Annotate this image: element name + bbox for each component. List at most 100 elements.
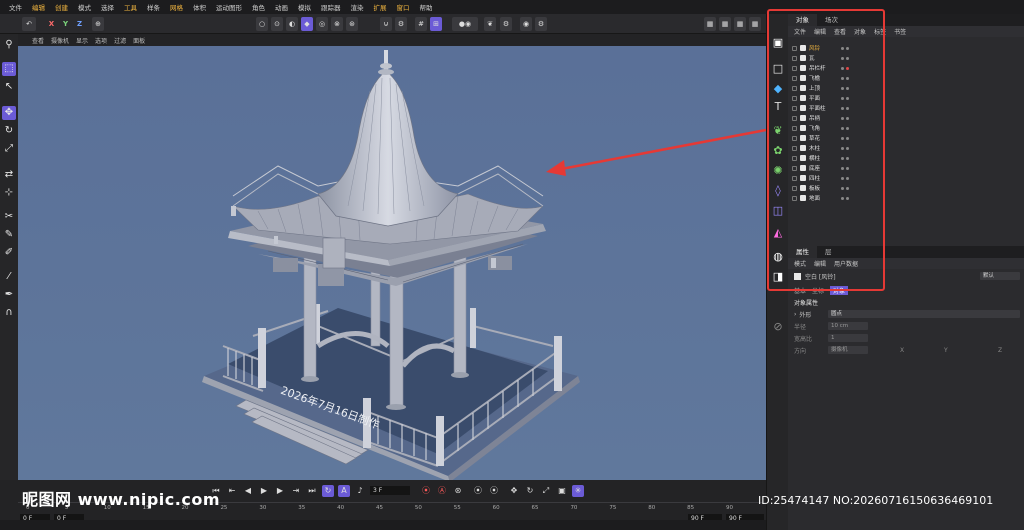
generator-icon[interactable]: ◭: [771, 226, 785, 240]
viewport-menu-item[interactable]: 摄像机: [51, 36, 69, 45]
visibility-toggle[interactable]: [792, 55, 797, 61]
render-icon[interactable]: ▦: [704, 17, 716, 31]
settings-icon[interactable]: ⚙: [500, 17, 512, 31]
object-row[interactable]: 瓦: [792, 54, 1020, 62]
menu-item[interactable]: 模式: [73, 2, 96, 12]
loop-icon[interactable]: ↻: [322, 485, 334, 497]
visibility-toggle[interactable]: [792, 145, 797, 151]
next-key-icon[interactable]: ⇥: [290, 485, 302, 497]
editor-visibility-dot[interactable]: [841, 186, 844, 190]
object-menu-item[interactable]: 标签: [874, 27, 886, 36]
subtab-coord[interactable]: 坐标: [812, 286, 824, 295]
menu-item[interactable]: 文件: [4, 2, 27, 12]
pen-icon[interactable]: ✒: [2, 288, 16, 302]
object-row[interactable]: 飞角: [792, 124, 1020, 132]
next-frame-icon[interactable]: ▶: [274, 485, 286, 497]
uv-mode-icon[interactable]: ◎: [316, 17, 328, 31]
visibility-toggle[interactable]: [792, 75, 797, 81]
radius-field[interactable]: 10 cm: [828, 322, 868, 330]
editor-visibility-dot[interactable]: [841, 106, 844, 110]
texture-mode-icon[interactable]: ⊗: [331, 17, 343, 31]
coord-system-icon[interactable]: ⊕: [92, 17, 104, 31]
preset-dropdown[interactable]: 默认: [980, 272, 1020, 280]
render-visibility-dot[interactable]: [846, 126, 849, 130]
grid-icon[interactable]: #: [415, 17, 427, 31]
tab-objects[interactable]: 对象: [788, 14, 817, 26]
render-visibility-dot[interactable]: [846, 156, 849, 160]
render-to-viewer-icon[interactable]: ▦: [719, 17, 731, 31]
editor-visibility-dot[interactable]: [841, 66, 844, 70]
go-to-end-icon[interactable]: ⏭: [306, 485, 318, 497]
snap-icon[interactable]: ⊍: [380, 17, 392, 31]
text-icon[interactable]: T: [771, 100, 785, 114]
orient-dropdown[interactable]: 摄像机: [828, 346, 868, 354]
visibility-toggle[interactable]: [792, 175, 797, 181]
menu-item[interactable]: 模拟: [293, 2, 316, 12]
object-menu-item[interactable]: 查看: [834, 27, 846, 36]
object-row[interactable]: 草花: [792, 134, 1020, 142]
visibility-toggle[interactable]: [792, 155, 797, 161]
spline-icon[interactable]: ❦: [771, 124, 785, 138]
menu-item[interactable]: 创建: [50, 2, 73, 12]
model-mode-icon[interactable]: ○: [256, 17, 268, 31]
object-row[interactable]: 木柱: [792, 144, 1020, 152]
live-select-icon[interactable]: ↖: [2, 80, 16, 94]
object-row[interactable]: 吊柄: [792, 114, 1020, 122]
render-visibility-dot[interactable]: [846, 66, 849, 70]
viewport-menu-item[interactable]: 显示: [76, 36, 88, 45]
object-row[interactable]: 平面: [792, 94, 1020, 102]
key-position-icon[interactable]: ⦿: [472, 485, 484, 497]
menu-item[interactable]: 样条: [142, 2, 165, 12]
viewport-menu-item[interactable]: 选项: [95, 36, 107, 45]
menu-item[interactable]: 渲染: [346, 2, 369, 12]
editor-visibility-dot[interactable]: [841, 116, 844, 120]
menu-item[interactable]: 角色: [247, 2, 270, 12]
prev-key-icon[interactable]: ⇤: [226, 485, 238, 497]
editor-visibility-dot[interactable]: [841, 46, 844, 50]
cube-icon[interactable]: ◆: [771, 82, 785, 96]
object-row[interactable]: 底座: [792, 164, 1020, 172]
viewport-menu-item[interactable]: 过滤: [114, 36, 126, 45]
undo-icon[interactable]: ↶: [22, 17, 36, 31]
key-scale-icon[interactable]: ✥: [508, 485, 520, 497]
keyframe-selection-icon[interactable]: ⊛: [452, 485, 464, 497]
render-visibility-dot[interactable]: [846, 116, 849, 120]
object-row[interactable]: 板板: [792, 184, 1020, 192]
axis-tool-icon[interactable]: ⊹: [2, 186, 16, 200]
menu-item[interactable]: 体积: [188, 2, 211, 12]
visibility-toggle[interactable]: [792, 65, 797, 71]
key-rotation-icon[interactable]: ⦿: [488, 485, 500, 497]
render-queue-icon[interactable]: ▦: [734, 17, 746, 31]
visibility-toggle[interactable]: [792, 185, 797, 191]
menu-item[interactable]: 动画: [270, 2, 293, 12]
axis-mode-icon[interactable]: ⊛: [346, 17, 358, 31]
attribute-menu-item[interactable]: 用户数据: [834, 259, 858, 268]
attribute-menu-item[interactable]: 编辑: [814, 259, 826, 268]
select-icon[interactable]: ⬚: [2, 62, 16, 76]
sound-icon[interactable]: ♪: [354, 485, 366, 497]
object-menu-item[interactable]: 编辑: [814, 27, 826, 36]
object-menu-item[interactable]: 文件: [794, 27, 806, 36]
3d-viewport[interactable]: 2026年7月16日制作: [18, 46, 766, 480]
object-menu-item[interactable]: 书签: [894, 27, 906, 36]
menu-item[interactable]: 跟踪器: [316, 2, 346, 12]
scene-icon[interactable]: ◍: [771, 250, 785, 264]
deformer-icon[interactable]: ◊: [771, 184, 785, 198]
object-row[interactable]: 横柱: [792, 154, 1020, 162]
visibility-toggle[interactable]: [792, 135, 797, 141]
measure-icon[interactable]: ⊘: [771, 320, 785, 334]
object-manager-icon[interactable]: ▣: [771, 36, 785, 50]
menu-item[interactable]: 帮助: [415, 2, 438, 12]
render-settings-icon[interactable]: ⚙: [535, 17, 547, 31]
key-pla-icon[interactable]: ⤢: [540, 485, 552, 497]
editor-visibility-dot[interactable]: [841, 196, 844, 200]
viewport-menu-item[interactable]: 查看: [32, 36, 44, 45]
axis-x-toggle[interactable]: X: [46, 17, 57, 31]
snap-settings-icon[interactable]: ⚙: [395, 17, 407, 31]
prev-frame-icon[interactable]: ◀: [242, 485, 254, 497]
edges-mode-icon[interactable]: ◐: [286, 17, 298, 31]
camera-icon[interactable]: ◨: [771, 270, 785, 284]
render-visibility-dot[interactable]: [846, 86, 849, 90]
object-row[interactable]: 地面: [792, 194, 1020, 202]
object-menu-item[interactable]: 对象: [854, 27, 866, 36]
